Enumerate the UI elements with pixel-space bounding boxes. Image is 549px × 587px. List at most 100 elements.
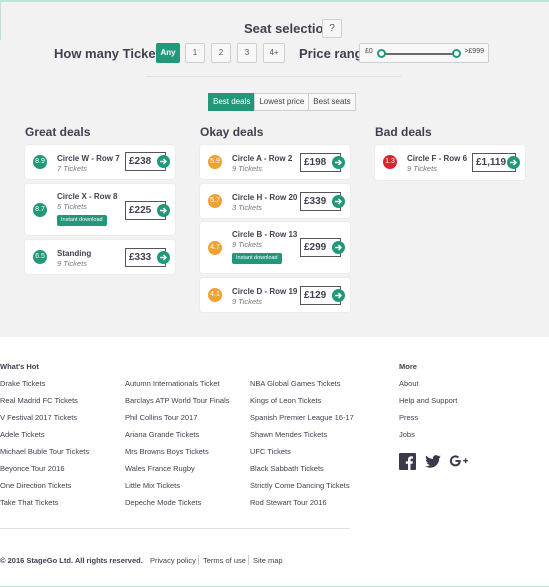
- deal-price-button[interactable]: £339: [300, 192, 345, 211]
- deal-name: Circle B - Row 13: [232, 230, 298, 239]
- footer-link[interactable]: One Direction Tickets: [0, 481, 71, 490]
- deal-name: Circle W - Row 7: [57, 154, 120, 163]
- footer-link[interactable]: Drake Tickets: [0, 379, 45, 388]
- footer-link[interactable]: Barclays ATP World Tour Finals: [125, 396, 229, 405]
- privacy-policy-link[interactable]: Privacy policy: [150, 556, 196, 565]
- deal-score: 4.1: [208, 288, 222, 302]
- arrow-right-icon: [332, 289, 345, 302]
- footer-link[interactable]: Phil Collins Tour 2017: [125, 413, 197, 422]
- separator: [248, 555, 249, 565]
- deal-tickets: 3 Tickets: [232, 203, 262, 212]
- footer-link[interactable]: Depeche Mode Tickets: [125, 498, 201, 507]
- footer-link-help[interactable]: Help and Support: [399, 396, 457, 405]
- footer-link[interactable]: Beyonce Tour 2016: [0, 464, 65, 473]
- whats-hot-title: What's Hot: [0, 362, 39, 371]
- terms-of-use-link[interactable]: Terms of use: [203, 556, 246, 565]
- ticket-option-3[interactable]: 3: [237, 43, 257, 63]
- footer-link[interactable]: Real Madrid FC Tickets: [0, 396, 78, 405]
- deal-card[interactable]: 1.3 Circle F - Row 6 9 Tickets £1,119: [375, 145, 525, 180]
- deal-name: Circle A - Row 2: [232, 154, 293, 163]
- deal-tickets: 9 Tickets: [407, 164, 437, 173]
- deal-tickets: 9 Tickets: [57, 259, 87, 268]
- deal-price-button[interactable]: £238: [125, 152, 170, 171]
- deal-price-button[interactable]: £225: [125, 201, 170, 220]
- deal-score: 1.3: [383, 155, 397, 169]
- footer-link[interactable]: Take That Tickets: [0, 498, 58, 507]
- deal-price-button[interactable]: £299: [300, 238, 345, 257]
- footer-link[interactable]: Adele Tickets: [0, 430, 45, 439]
- deal-tickets: 5 Tickets: [57, 202, 87, 211]
- deal-tickets: 9 Tickets: [232, 164, 262, 173]
- deal-score: 4.7: [208, 241, 222, 255]
- deal-card[interactable]: 5.7 Circle H - Row 20 3 Tickets £339: [200, 184, 350, 218]
- ticket-option-1[interactable]: 1: [185, 43, 205, 63]
- tab-best-deals[interactable]: Best deals: [208, 93, 256, 111]
- deal-price: £333: [129, 252, 152, 263]
- sort-tabs: Best deals Lowest price Best seats: [208, 93, 356, 111]
- deal-price-button[interactable]: £129: [300, 286, 345, 305]
- footer-link[interactable]: Mrs Browns Boys Tickets: [125, 447, 209, 456]
- price-min: £0: [365, 48, 373, 55]
- footer-link[interactable]: Wales France Rugby: [125, 464, 195, 473]
- deal-price: £225: [129, 205, 152, 216]
- deal-card[interactable]: 4.7 Circle B - Row 13 9 Tickets Instant …: [200, 222, 350, 273]
- more-title: More: [399, 362, 417, 371]
- footer-link[interactable]: Ariana Grande Tickets: [125, 430, 199, 439]
- deal-tickets: 9 Tickets: [232, 240, 262, 249]
- deal-price-button[interactable]: £333: [125, 248, 170, 267]
- footer-link[interactable]: Shawn Mendes Tickets: [250, 430, 327, 439]
- footer-link[interactable]: Little Mix Tickets: [125, 481, 180, 490]
- copyright: © 2016 StageGo Ltd. All rights reserved.: [0, 556, 143, 565]
- slider-max-handle[interactable]: [452, 49, 461, 58]
- arrow-right-icon: [332, 241, 345, 254]
- tab-best-seats[interactable]: Best seats: [308, 93, 356, 111]
- deal-name: Circle F - Row 6: [407, 154, 468, 163]
- footer-link[interactable]: Michael Buble Tour Tickets: [0, 447, 89, 456]
- left-border: [0, 0, 1, 40]
- deal-card[interactable]: 5.9 Circle A - Row 2 9 Tickets £198: [200, 145, 350, 179]
- footer-divider: [0, 528, 350, 529]
- footer: What's Hot Drake Tickets Real Madrid FC …: [0, 337, 549, 587]
- arrow-right-icon: [332, 195, 345, 208]
- deal-price-button[interactable]: £198: [300, 153, 345, 172]
- footer-link[interactable]: NBA Global Games Tickets: [250, 379, 340, 388]
- footer-link[interactable]: Black Sabbath Tickets: [250, 464, 324, 473]
- deal-card[interactable]: 4.1 Circle D - Row 19 9 Tickets £129: [200, 278, 350, 312]
- tab-lowest-price[interactable]: Lowest price: [254, 93, 310, 111]
- google-plus-icon[interactable]: [449, 454, 469, 468]
- footer-link[interactable]: Strictly Come Dancing Tickets: [250, 481, 350, 490]
- footer-link[interactable]: V Festival 2017 Tickets: [0, 413, 77, 422]
- footer-link[interactable]: Autumn Internationals Ticket: [125, 379, 220, 388]
- deal-card[interactable]: 8.7 Circle X - Row 8 5 Tickets Instant d…: [25, 184, 175, 235]
- top-border: [0, 0, 549, 2]
- facebook-icon[interactable]: [399, 453, 416, 470]
- arrow-right-icon: [332, 156, 345, 169]
- deal-name: Circle X - Row 8: [57, 192, 118, 201]
- ticket-option-2[interactable]: 2: [211, 43, 231, 63]
- deal-name: Circle H - Row 20: [232, 193, 298, 202]
- ticket-option-4-plus[interactable]: 4+: [263, 43, 285, 63]
- price-range-slider[interactable]: £0 >£999: [359, 43, 489, 63]
- footer-link[interactable]: Spanish Premier League 16-17: [250, 413, 354, 422]
- help-button[interactable]: ?: [322, 19, 342, 38]
- site-map-link[interactable]: Site map: [253, 556, 283, 565]
- footer-link-press[interactable]: Press: [399, 413, 418, 422]
- slider-min-handle[interactable]: [377, 49, 386, 58]
- twitter-icon[interactable]: [425, 455, 441, 468]
- footer-link[interactable]: UFC Tickets: [250, 447, 291, 456]
- deal-price-button[interactable]: £1,119: [472, 153, 520, 172]
- deal-card[interactable]: 6.5 Standing 9 Tickets £333: [25, 240, 175, 274]
- footer-link[interactable]: Rod Stewart Tour 2016: [250, 498, 327, 507]
- deal-score: 6.5: [33, 250, 47, 264]
- footer-link[interactable]: Kings of Leon Tickets: [250, 396, 321, 405]
- arrow-right-icon: [157, 155, 170, 168]
- ticket-option-any[interactable]: Any: [156, 43, 180, 63]
- footer-link-jobs[interactable]: Jobs: [399, 430, 415, 439]
- deal-tickets: 7 Tickets: [57, 164, 87, 173]
- deal-score: 8.9: [33, 155, 47, 169]
- slider-track: [382, 53, 457, 55]
- deal-name: Standing: [57, 249, 92, 258]
- price-max: >£999: [464, 48, 484, 55]
- deal-card[interactable]: 8.9 Circle W - Row 7 7 Tickets £238: [25, 145, 175, 179]
- footer-link-about[interactable]: About: [399, 379, 419, 388]
